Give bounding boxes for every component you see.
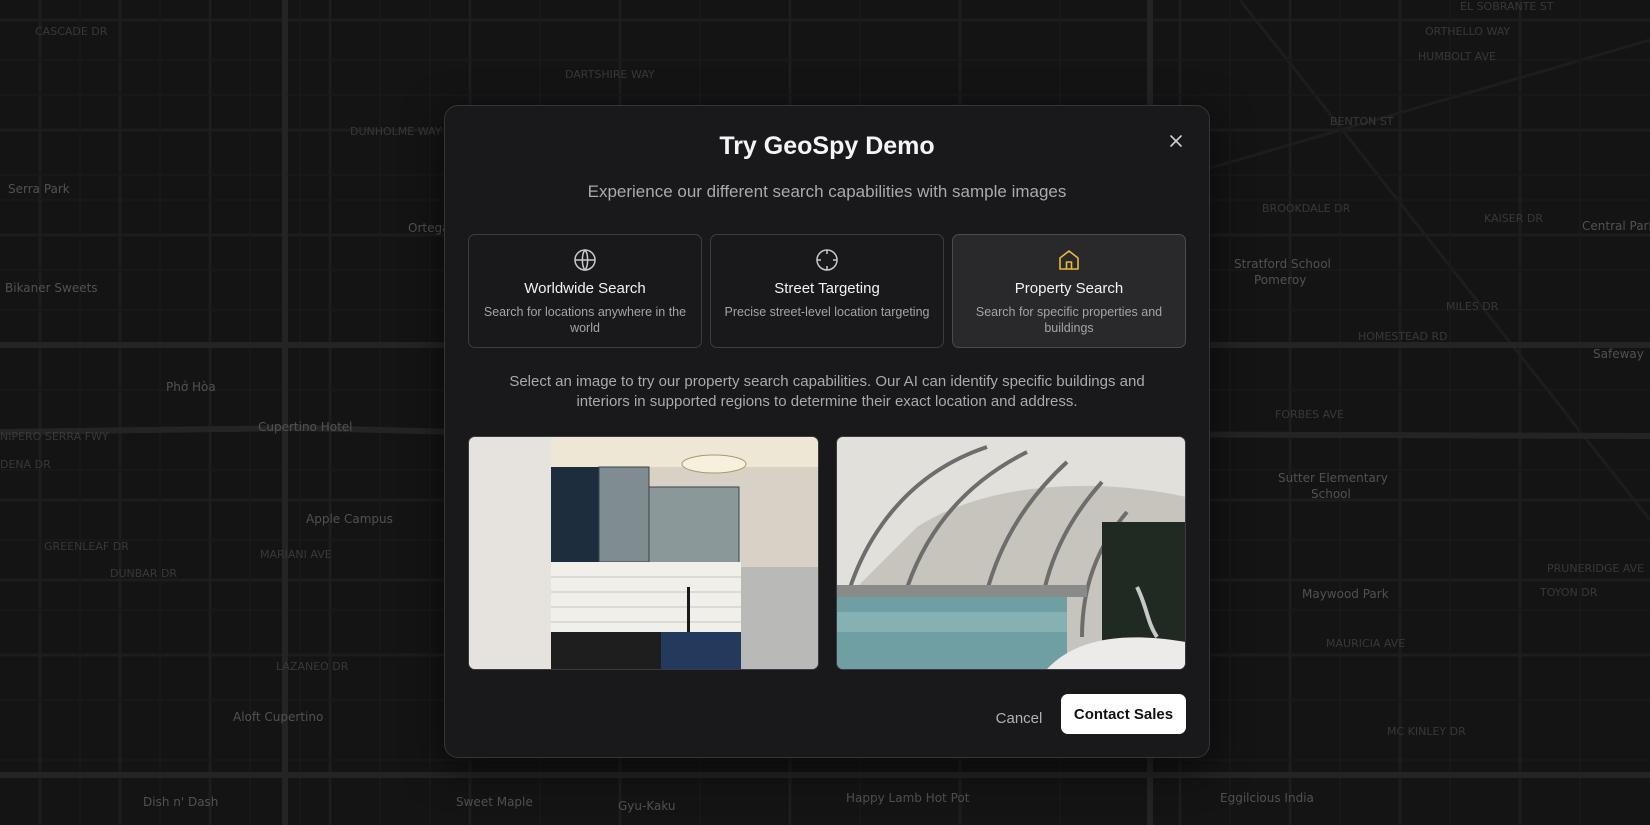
property-search-card[interactable]: Property Search Search for specific prop… (952, 234, 1186, 348)
sample-image-sunroom[interactable] (835, 436, 1186, 670)
modal-title: Try GeoSpy Demo (719, 132, 935, 160)
card-title: Street Targeting (774, 280, 880, 297)
card-description: Search for specific properties and build… (975, 305, 1163, 335)
demo-modal: Try GeoSpy Demo Experience our different… (444, 105, 1210, 758)
card-description: Search for locations anywhere in the wor… (483, 305, 687, 335)
search-mode-cards: Worldwide Search Search for locations an… (468, 234, 1186, 348)
search-description: Select an image to try our property sear… (509, 373, 1145, 410)
card-description: Precise street-level location targeting (724, 305, 930, 319)
contact-sales-button[interactable]: Contact Sales (1061, 694, 1186, 734)
close-button[interactable] (1165, 130, 1187, 152)
modal-subtitle: Experience our different search capabili… (587, 182, 1067, 201)
globe-icon (572, 247, 598, 273)
cancel-button[interactable]: Cancel (989, 698, 1049, 738)
house-icon (1056, 247, 1082, 273)
sample-image-kitchen[interactable] (468, 436, 819, 670)
sample-images (468, 436, 1186, 670)
card-title: Property Search (1014, 280, 1124, 297)
street-targeting-card[interactable]: Street Targeting Precise street-level lo… (710, 234, 944, 348)
card-title: Worldwide Search (524, 280, 646, 297)
close-icon (1170, 135, 1182, 147)
worldwide-search-card[interactable]: Worldwide Search Search for locations an… (468, 234, 702, 348)
crosshair-icon (814, 247, 840, 273)
